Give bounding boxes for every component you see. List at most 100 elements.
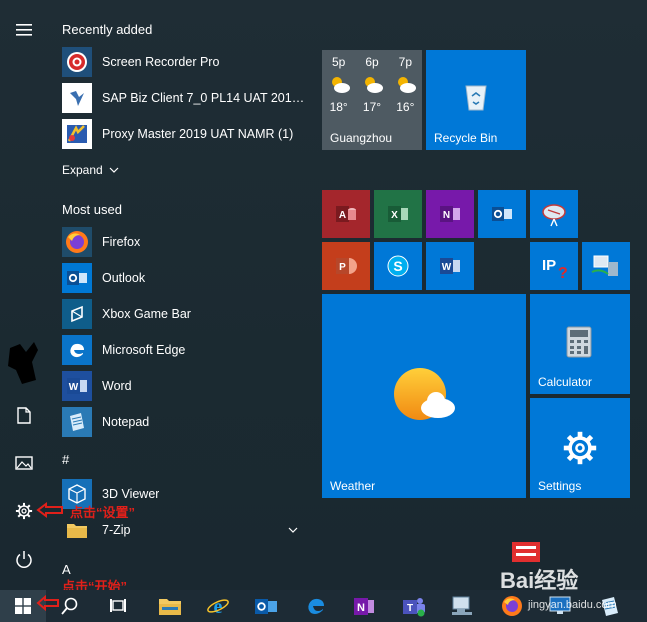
list-item-outlook[interactable]: Outlook bbox=[62, 261, 310, 295]
section-header-recently-added: Recently added bbox=[62, 22, 153, 37]
satellite-dish-icon bbox=[542, 204, 566, 227]
onenote-icon: N bbox=[440, 206, 460, 222]
tile-settings[interactable]: Settings bbox=[530, 398, 630, 498]
power-button[interactable] bbox=[0, 539, 48, 579]
task-view-icon bbox=[110, 599, 126, 612]
outlook-icon bbox=[255, 599, 277, 614]
hamburger-menu-button[interactable] bbox=[0, 10, 48, 50]
user-avatar[interactable] bbox=[6, 340, 40, 386]
firefox-icon bbox=[502, 596, 522, 616]
pictures-button[interactable] bbox=[0, 443, 48, 483]
word-icon: W bbox=[440, 258, 460, 274]
excel-icon: X bbox=[388, 206, 408, 222]
svg-text:W: W bbox=[442, 262, 452, 273]
list-item-screen-recorder-pro[interactable]: Screen Recorder Pro bbox=[62, 45, 310, 79]
picture-icon bbox=[15, 456, 33, 470]
taskbar-onenote[interactable]: N bbox=[344, 590, 384, 622]
taskbar-file-explorer[interactable] bbox=[150, 590, 190, 622]
svg-text:T: T bbox=[407, 603, 413, 614]
app-label: 3D Viewer bbox=[102, 487, 160, 501]
chevron-down-icon bbox=[288, 527, 298, 533]
tile-access[interactable]: A bbox=[322, 190, 370, 238]
section-header-hash[interactable]: # bbox=[62, 452, 69, 467]
partly-sunny-icon bbox=[398, 77, 417, 93]
tile-powerpoint[interactable]: P bbox=[322, 242, 370, 290]
search-button[interactable] bbox=[50, 590, 90, 622]
teams-icon: T bbox=[403, 598, 425, 617]
list-item-word[interactable]: W Word bbox=[62, 369, 310, 403]
skype-icon: S bbox=[387, 255, 409, 277]
list-item-microsoft-edge[interactable]: Microsoft Edge bbox=[62, 333, 310, 367]
svg-text:N: N bbox=[443, 210, 450, 221]
expand-button[interactable]: Expand bbox=[62, 163, 119, 177]
tile-network-sharing[interactable] bbox=[582, 242, 630, 290]
taskbar-network-app[interactable] bbox=[442, 590, 482, 622]
tile-word[interactable]: W bbox=[426, 242, 474, 290]
watermark-url: jingyan.baidu.com bbox=[528, 599, 617, 611]
app-label: Microsoft Edge bbox=[102, 343, 186, 357]
tile-skype[interactable]: S bbox=[374, 242, 422, 290]
list-item-xbox-game-bar[interactable]: Xbox Game Bar bbox=[62, 297, 310, 331]
list-item-notepad[interactable]: Notepad bbox=[62, 405, 310, 439]
taskbar-edge[interactable] bbox=[296, 590, 336, 622]
screen-recorder-icon bbox=[62, 47, 92, 77]
taskbar-firefox[interactable] bbox=[492, 590, 532, 622]
tile-label: Recycle Bin bbox=[434, 131, 498, 145]
partly-sunny-icon bbox=[331, 77, 350, 93]
taskbar-teams[interactable]: T bbox=[394, 590, 434, 622]
tile-calculator[interactable]: Calculator bbox=[530, 294, 630, 394]
taskbar-internet-explorer[interactable]: e bbox=[198, 590, 238, 622]
folder-icon bbox=[159, 599, 181, 615]
app-label: Proxy Master 2019 UAT NAMR (1) bbox=[102, 127, 294, 141]
hamburger-icon bbox=[16, 24, 32, 36]
documents-button[interactable] bbox=[0, 395, 48, 435]
list-item-proxy-master[interactable]: Proxy Master 2019 UAT NAMR (1) bbox=[62, 117, 310, 151]
tile-network-app[interactable] bbox=[530, 190, 578, 238]
task-view-button[interactable] bbox=[98, 590, 138, 622]
search-icon bbox=[61, 597, 78, 615]
list-item-firefox[interactable]: Firefox bbox=[62, 225, 310, 259]
app-label: Firefox bbox=[102, 235, 141, 249]
xbox-game-bar-icon bbox=[62, 299, 92, 329]
tile-ip-tool[interactable]: IP? bbox=[530, 242, 578, 290]
tile-onenote[interactable]: N bbox=[426, 190, 474, 238]
forecast-time: 5p bbox=[331, 55, 346, 69]
list-item-sap-biz-client[interactable]: SAP Biz Client 7_0 PL14 UAT 2019 N... bbox=[62, 81, 310, 115]
tile-recycle-bin[interactable]: Recycle Bin bbox=[426, 50, 526, 150]
windows-logo-icon bbox=[15, 598, 31, 614]
network-computer-icon bbox=[591, 255, 618, 276]
tile-label: Guangzhou bbox=[330, 131, 393, 145]
app-label: Word bbox=[102, 379, 132, 393]
taskbar-outlook[interactable] bbox=[246, 590, 286, 622]
chevron-down-icon bbox=[109, 167, 119, 173]
power-icon bbox=[16, 551, 32, 568]
section-header-a[interactable]: A bbox=[62, 562, 71, 577]
app-label: 7-Zip bbox=[102, 523, 131, 537]
taskbar: e N T jingyan.baidu.com bbox=[0, 590, 647, 622]
outlook-icon bbox=[62, 263, 92, 293]
computer-network-icon bbox=[452, 596, 472, 615]
svg-text:?: ? bbox=[558, 265, 568, 280]
svg-text:e: e bbox=[214, 596, 223, 617]
recycle-bin-icon bbox=[465, 85, 487, 111]
svg-text:P: P bbox=[339, 262, 346, 273]
tile-excel[interactable]: X bbox=[374, 190, 422, 238]
outlook-icon bbox=[492, 207, 512, 221]
edge-icon bbox=[308, 598, 324, 614]
gear-icon bbox=[15, 502, 33, 520]
svg-text:S: S bbox=[393, 258, 402, 274]
access-icon: A bbox=[336, 206, 356, 222]
annotation-arrow-icon bbox=[36, 502, 63, 518]
tile-weather-guangzhou[interactable]: 5p 6p 7p 18° 17° 16° Guangzhou bbox=[322, 50, 422, 150]
svg-text:X: X bbox=[391, 210, 398, 221]
app-label: Outlook bbox=[102, 271, 146, 285]
tile-weather[interactable]: Weather bbox=[322, 294, 526, 498]
svg-text:W: W bbox=[69, 382, 79, 393]
calculator-icon bbox=[566, 326, 592, 358]
internet-explorer-icon: e bbox=[207, 596, 229, 617]
tile-outlook[interactable] bbox=[478, 190, 526, 238]
forecast-temp: 17° bbox=[362, 100, 382, 114]
app-label: Screen Recorder Pro bbox=[102, 55, 220, 69]
gear-icon bbox=[563, 431, 597, 465]
partly-sunny-icon bbox=[364, 77, 383, 93]
